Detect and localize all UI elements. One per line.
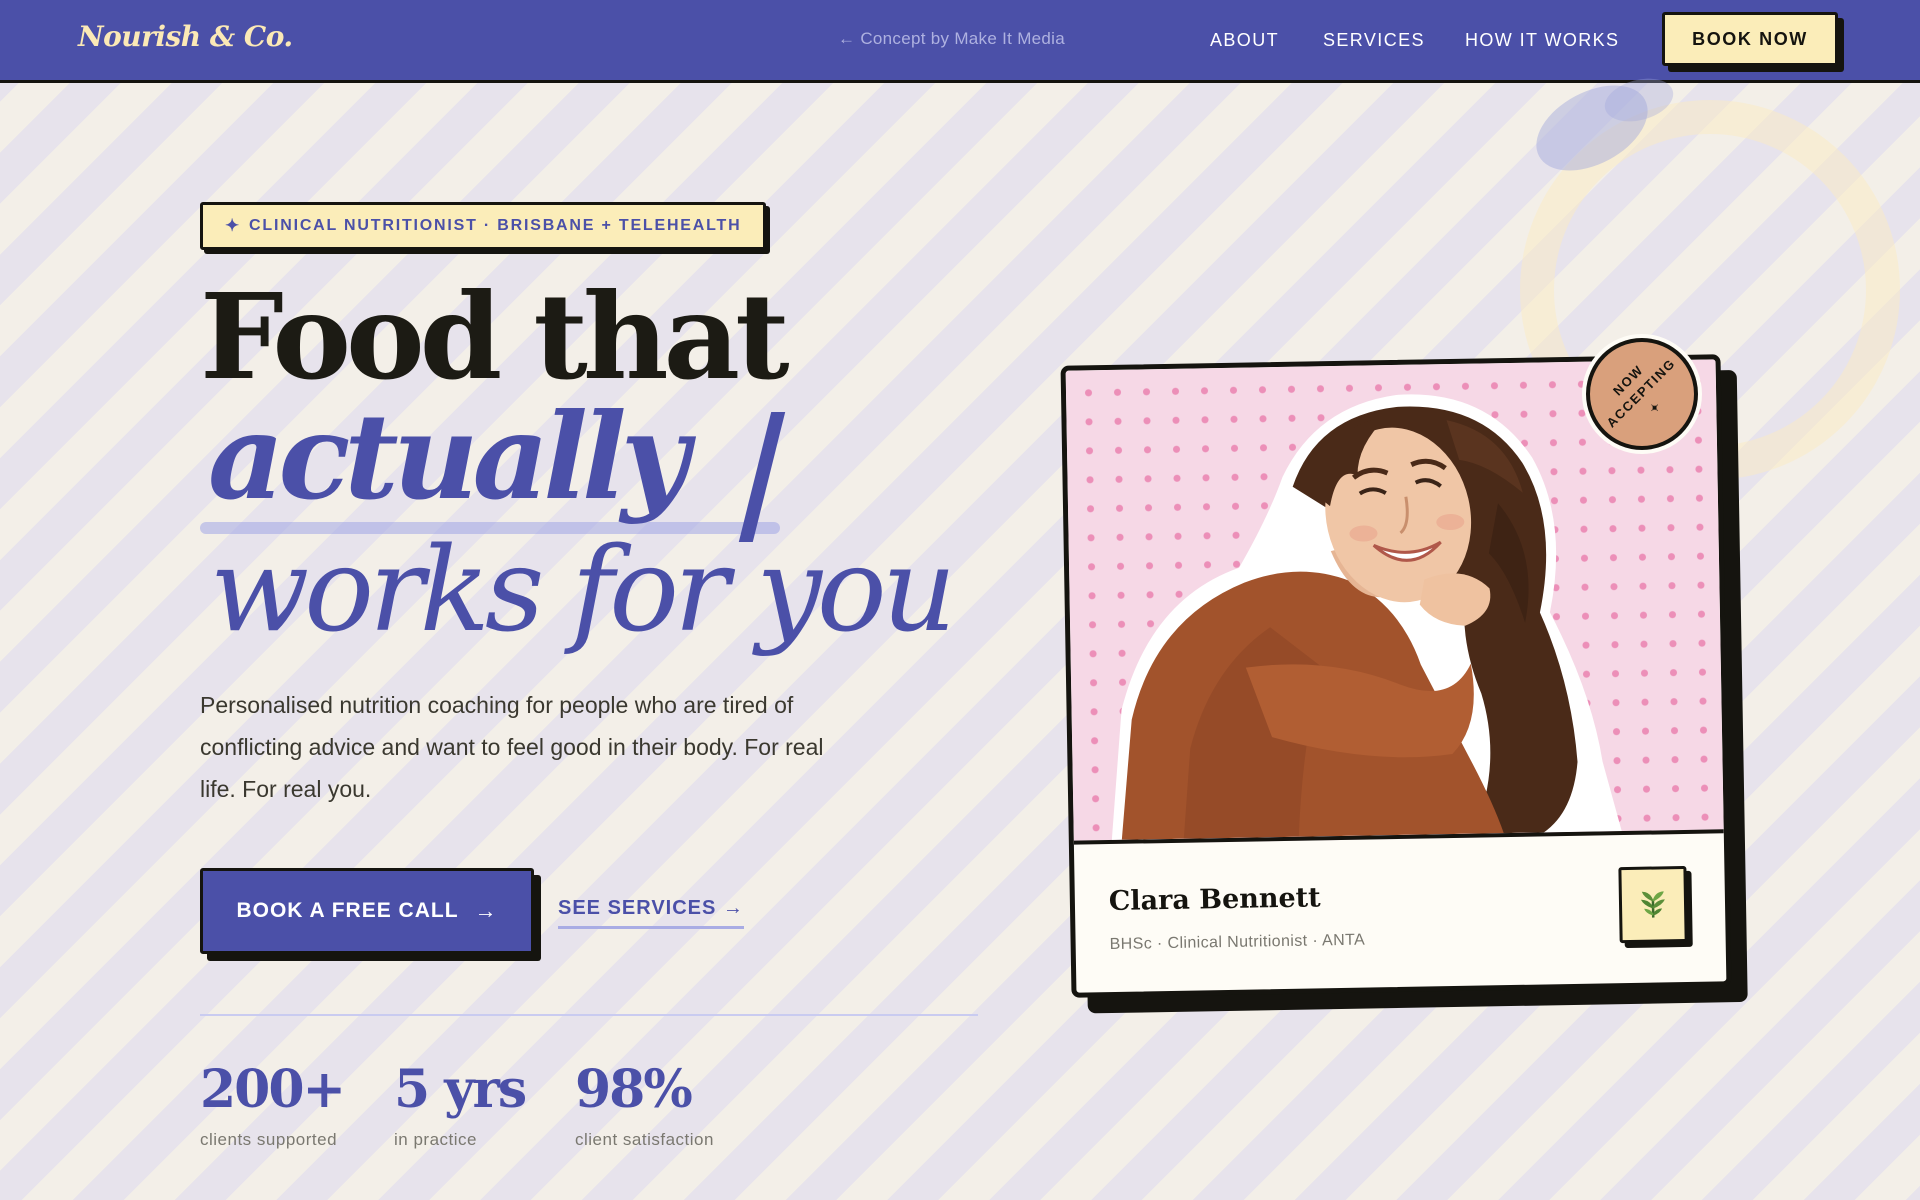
book-now-button[interactable]: BOOK NOW [1662,12,1838,66]
nav-link-services[interactable]: SERVICES [1323,30,1425,51]
nav-link-how-it-works[interactable]: HOW IT WORKS [1465,30,1619,51]
leaf-icon [1640,891,1665,918]
specialty-tag-label: CLINICAL NUTRITIONIST · BRISBANE + TELEH… [249,217,742,234]
stamp-line-2: ACCEPTING [1603,355,1679,431]
concept-credit-link[interactable]: ← Concept by Make It Media [838,29,1065,49]
leaf-badge [1618,865,1688,944]
hero-description: Personalised nutrition coaching for peop… [200,692,824,802]
stat-label: clients supported [200,1130,338,1149]
see-services-link[interactable]: SEE SERVICES → [558,897,744,929]
arrow-right-icon: → [474,898,498,923]
sparkle-icon: ✦ [1646,398,1665,417]
specialty-tag: ✦ CLINICAL NUTRITIONIST · BRISBANE + TEL… [200,202,767,250]
stat-label: client satisfaction [575,1130,714,1149]
book-free-call-button[interactable]: BOOK A FREE CALL → [200,868,534,954]
top-nav: Nourish & Co. ← Concept by Make It Media… [0,0,1920,83]
nav-link-about[interactable]: ABOUT [1210,30,1279,51]
stat-value: 5 yrs [394,1059,527,1120]
brand-logo[interactable]: Nourish & Co. [78,20,293,53]
profile-card-footer: Clara Bennett BHSc · Clinical Nutritioni… [1074,833,1726,992]
stats-divider [200,1014,978,1016]
stat-satisfaction: 98% client satisfaction [575,1062,714,1150]
headline-line-1: Food that [200,267,790,406]
nutritionist-name: Clara Bennett [1108,882,1321,918]
sparkle-icon: ✦ [225,216,242,235]
stat-value: 200+ [200,1059,346,1120]
headline-line-3: works for you [210,523,956,658]
book-free-call-label: BOOK A FREE CALL [236,899,459,922]
stat-value: 98% [575,1059,693,1120]
stat-years: 5 yrs in practice [394,1059,527,1150]
headline-line-2: actually [208,387,689,526]
stat-clients: 200+ clients supported [200,1059,346,1150]
stat-label: in practice [394,1130,477,1149]
nutritionist-credentials: BHSc · Clinical Nutritionist · ANTA [1109,931,1366,954]
